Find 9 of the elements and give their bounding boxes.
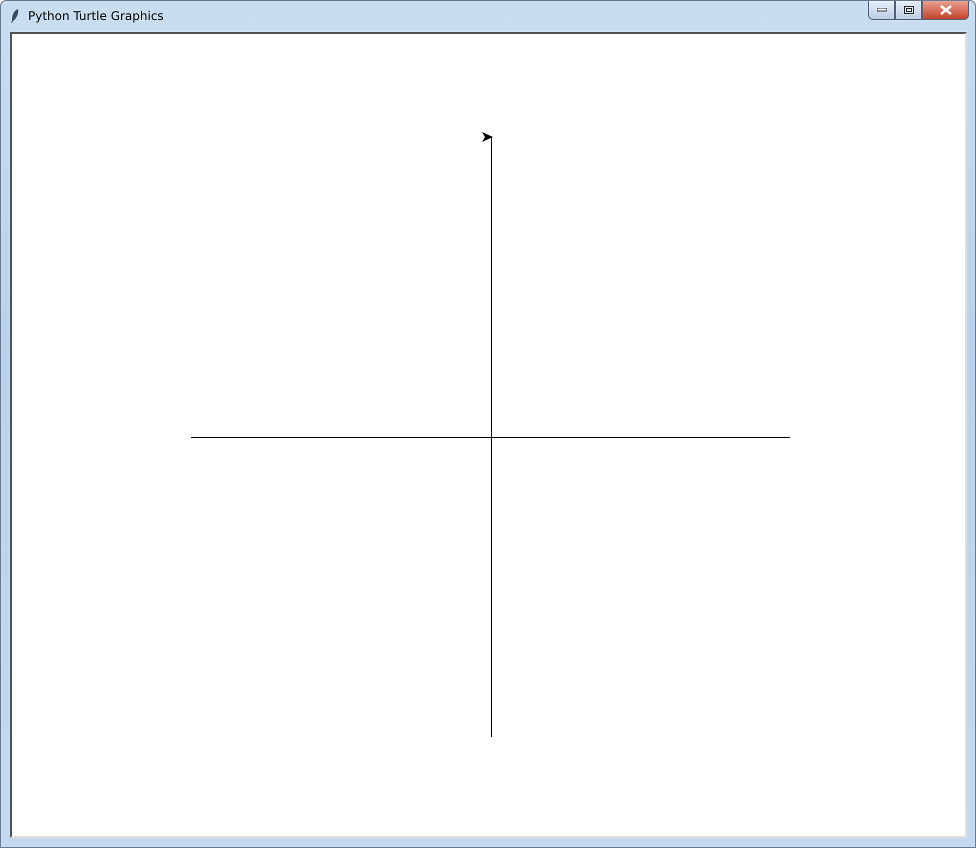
minimize-icon <box>876 8 886 12</box>
maximize-icon <box>904 6 914 14</box>
close-icon <box>940 5 952 15</box>
window-title: Python Turtle Graphics <box>28 9 164 23</box>
minimize-button[interactable] <box>868 1 895 20</box>
close-button[interactable] <box>922 1 969 20</box>
maximize-button[interactable] <box>895 1 922 20</box>
feather-icon <box>10 8 20 24</box>
turtle-arrow-icon <box>482 132 493 142</box>
